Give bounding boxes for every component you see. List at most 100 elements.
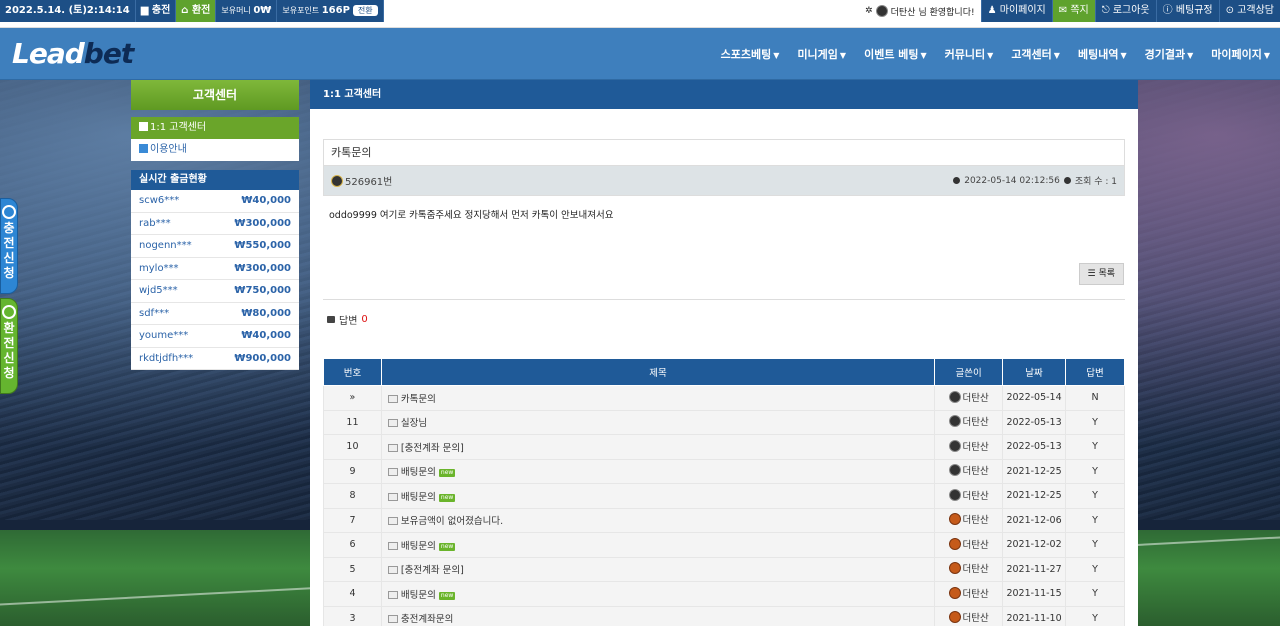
sidebar-item-1on1[interactable]: 1:1 고객센터 — [131, 117, 299, 139]
clock-icon — [953, 177, 961, 184]
level-icon — [948, 513, 961, 526]
row-title[interactable]: [충전계좌 문의] — [401, 443, 464, 454]
table-row[interactable]: 11 실장님 더탄산 2022-05-13 Y — [323, 409, 1125, 435]
withdraw-user: scw6*** — [139, 195, 180, 207]
document-icon — [387, 517, 398, 526]
table-row[interactable]: 4 배팅문의 new 더탄산 2021-11-15 Y — [323, 581, 1125, 607]
realtime-withdraw-title: 실시간 출금현황 — [131, 170, 299, 190]
row-number: 6 — [323, 532, 382, 558]
list-item: rab*** ₩300,000 — [131, 213, 299, 235]
row-writer: 더탄산 — [934, 434, 1004, 460]
row-title-cell[interactable]: [충전계좌 문의] — [380, 434, 936, 460]
writer-name: 더탄산 — [962, 613, 989, 625]
list-button[interactable]: ☰ 목록 — [1078, 263, 1124, 285]
reply-section: 답변 0 — [327, 312, 368, 327]
table-row[interactable]: 5 [충전계좌 문의] 더탄산 2021-11-27 Y — [323, 556, 1125, 582]
row-answer: Y — [1065, 434, 1125, 460]
new-badge: new — [438, 591, 456, 600]
row-title-cell[interactable]: 카톡문의 — [380, 385, 936, 411]
exchange-request-button[interactable]: 환전신청 — [0, 298, 18, 394]
level-icon — [331, 174, 343, 187]
row-title-cell[interactable]: 충전계좌문의 — [380, 605, 936, 626]
row-title-cell[interactable]: 실장님 — [380, 409, 936, 435]
reply-count: 0 — [361, 314, 368, 325]
table-row[interactable]: 10 [충전계좌 문의] 더탄산 2022-05-13 Y — [323, 434, 1125, 460]
row-writer: 더탄산 — [934, 605, 1004, 626]
nav-sports-betting[interactable]: 스포츠베팅 ▼ — [721, 46, 780, 62]
mypage-button[interactable]: ♟ 마이페이지 — [980, 0, 1052, 22]
point-convert-button[interactable]: 전환 — [352, 5, 378, 16]
writer-name: 더탄산 — [962, 539, 989, 551]
row-title[interactable]: 배팅문의 — [401, 492, 436, 503]
col-header-date: 날짜 — [1002, 358, 1067, 386]
table-row[interactable]: 6 배팅문의 new 더탄산 2021-12-02 Y — [323, 532, 1125, 558]
row-writer: 더탄산 — [934, 385, 1004, 411]
row-title-cell[interactable]: 보유금액이 없어졌습니다. — [380, 507, 936, 533]
nav-label: 스포츠베팅 — [720, 48, 772, 61]
row-title[interactable]: 배팅문의 — [401, 590, 436, 601]
level-icon — [875, 5, 888, 17]
row-date: 2021-12-25 — [1002, 458, 1067, 484]
settings-icon[interactable]: ✲ — [865, 6, 873, 16]
row-title[interactable]: 배팅문의 — [401, 467, 436, 478]
row-title[interactable]: 보유금액이 없어졌습니다. — [401, 516, 503, 527]
welcome-text: 님 환영합니다! — [918, 7, 975, 18]
logout-button[interactable]: ⎋ 로그아웃 — [1094, 0, 1156, 22]
nav-label: 고객센터 — [1011, 48, 1052, 61]
list-item: youme*** ₩40,000 — [131, 325, 299, 348]
table-row[interactable]: 8 배팅문의 new 더탄산 2021-12-25 Y — [323, 483, 1125, 509]
wallet-icon — [2, 305, 16, 319]
row-number: 3 — [323, 605, 382, 626]
level-icon — [948, 439, 961, 452]
row-title[interactable]: 실장님 — [401, 418, 427, 429]
nav-customer-center[interactable]: 고객센터 ▼ — [1011, 46, 1060, 62]
charge-request-button[interactable]: 충전신청 — [0, 198, 18, 294]
support-button[interactable]: ⊙ 고객상담 — [1218, 0, 1280, 22]
logo-part-a: Lead — [12, 37, 85, 70]
withdraw-user: wjd5*** — [139, 285, 178, 297]
level-icon — [948, 390, 961, 403]
charge-link[interactable]: ▆ 충전 — [136, 0, 177, 22]
row-title[interactable]: 충전계좌문의 — [401, 614, 453, 625]
row-title-cell[interactable]: 배팅문의 new — [380, 458, 936, 484]
nav-game-results[interactable]: 경기결과 ▼ — [1145, 46, 1194, 62]
money-value: 0₩ — [253, 5, 272, 16]
row-date: 2021-12-02 — [1002, 532, 1067, 558]
row-title-cell[interactable]: [충전계좌 문의] — [380, 556, 936, 582]
message-button[interactable]: ✉ 쪽지 — [1051, 0, 1095, 22]
info-icon: ⓘ — [1162, 5, 1176, 16]
chevron-down-icon: ▼ — [773, 51, 780, 60]
row-title[interactable]: 배팅문의 — [401, 541, 436, 552]
table-row[interactable]: 9 배팅문의 new 더탄산 2021-12-25 Y — [323, 458, 1125, 484]
writer-name: 더탄산 — [962, 588, 989, 600]
comment-icon — [327, 316, 335, 323]
table-row[interactable]: 7 보유금액이 없어졌습니다. 더탄산 2021-12-06 Y — [323, 507, 1125, 533]
table-row[interactable]: » 카톡문의 더탄산 2022-05-14 N — [323, 385, 1125, 411]
row-title[interactable]: 카톡문의 — [401, 394, 436, 405]
table-row[interactable]: 3 충전계좌문의 더탄산 2021-11-10 Y — [323, 605, 1125, 626]
withdraw-user: mylo*** — [139, 262, 179, 274]
row-title[interactable]: [충전계좌 문의] — [401, 565, 464, 576]
post-body: oddo9999 여기로 카톡줌주세요 정지당해서 먼저 카톡이 안보내져서요 — [329, 210, 614, 221]
col-header-number: 번호 — [323, 358, 382, 386]
nav-betting-history[interactable]: 베팅내역 ▼ — [1078, 46, 1127, 62]
withdraw-user: rab*** — [139, 217, 171, 229]
row-title-cell[interactable]: 배팅문의 new — [380, 581, 936, 607]
row-number: 9 — [323, 458, 382, 484]
row-title-cell[interactable]: 배팅문의 new — [380, 532, 936, 558]
list-item: mylo*** ₩300,000 — [131, 258, 299, 280]
exchange-link[interactable]: ⌂ 환전 — [176, 0, 217, 22]
rules-button[interactable]: ⓘ 베팅규정 — [1155, 0, 1219, 22]
logout-label: 로그아웃 — [1112, 5, 1150, 16]
nav-mypage[interactable]: 마이페이지 ▼ — [1211, 46, 1270, 62]
writer-name: 더탄산 — [962, 466, 989, 478]
row-title-cell[interactable]: 배팅문의 new — [380, 483, 936, 509]
sidebar-item-guide[interactable]: 이용안내 — [131, 139, 299, 161]
nav-community[interactable]: 커뮤니티 ▼ — [945, 46, 994, 62]
chevron-down-icon: ▼ — [1053, 51, 1060, 60]
nav-event-betting[interactable]: 이벤트 베팅 ▼ — [864, 46, 927, 62]
level-icon — [948, 611, 961, 624]
site-logo[interactable]: Leadbet — [12, 37, 134, 70]
row-answer: Y — [1065, 581, 1125, 607]
nav-minigame[interactable]: 미니게임 ▼ — [797, 46, 846, 62]
